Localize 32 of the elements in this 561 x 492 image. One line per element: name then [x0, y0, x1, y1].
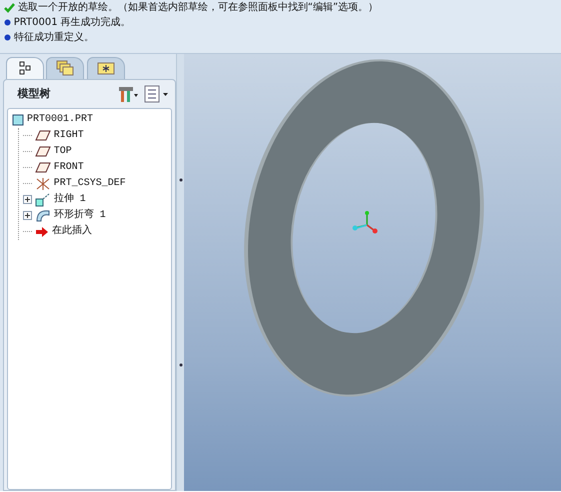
message-text: 选取一个开放的草绘。（如果首选内部草绘，可在参照面板中找到“编辑”选项。） [18, 0, 378, 15]
datum-plane-icon [35, 130, 51, 141]
tree-item-label[interactable]: 在此插入 [52, 224, 92, 240]
expand-toggle[interactable] [23, 211, 32, 220]
tree-icon [18, 61, 30, 76]
part-icon [12, 114, 24, 126]
expand-toggle[interactable] [23, 195, 32, 204]
tree-item-label[interactable]: 环形折弯 1 [54, 208, 106, 224]
coordinate-axes-icon [352, 210, 377, 233]
sash-handle-icon[interactable] [178, 363, 182, 368]
message-text: PRT0001 再生成功完成。 [14, 16, 131, 30]
bullet-icon [4, 19, 11, 26]
star-folder-icon [97, 61, 115, 76]
tree-item-label[interactable]: TOP [54, 144, 72, 160]
tree-item-label[interactable]: PRT_CSYS_DEF [54, 176, 126, 192]
panel-title: 模型树 [18, 86, 50, 102]
bend-icon [35, 208, 51, 222]
datum-plane-icon [35, 162, 51, 173]
coordinate-system-icon [35, 176, 51, 190]
extrude-icon [35, 192, 51, 206]
tree-item-label[interactable]: FRONT [54, 160, 84, 176]
tree-item-label[interactable]: 拉伸 1 [54, 192, 86, 208]
arrow-icon [35, 226, 49, 238]
sash-handle-icon[interactable] [178, 178, 182, 182]
bullet-icon [4, 34, 11, 41]
folders-icon [56, 60, 74, 76]
navigator-tab[interactable] [6, 56, 44, 79]
check-icon [4, 2, 15, 13]
tree-item-label[interactable]: RIGHT [54, 128, 84, 144]
tree-item-label[interactable]: PRT0001.PRT [27, 112, 94, 128]
datum-plane-icon [35, 146, 51, 157]
message-text: 特征成功重定义。 [14, 30, 94, 45]
